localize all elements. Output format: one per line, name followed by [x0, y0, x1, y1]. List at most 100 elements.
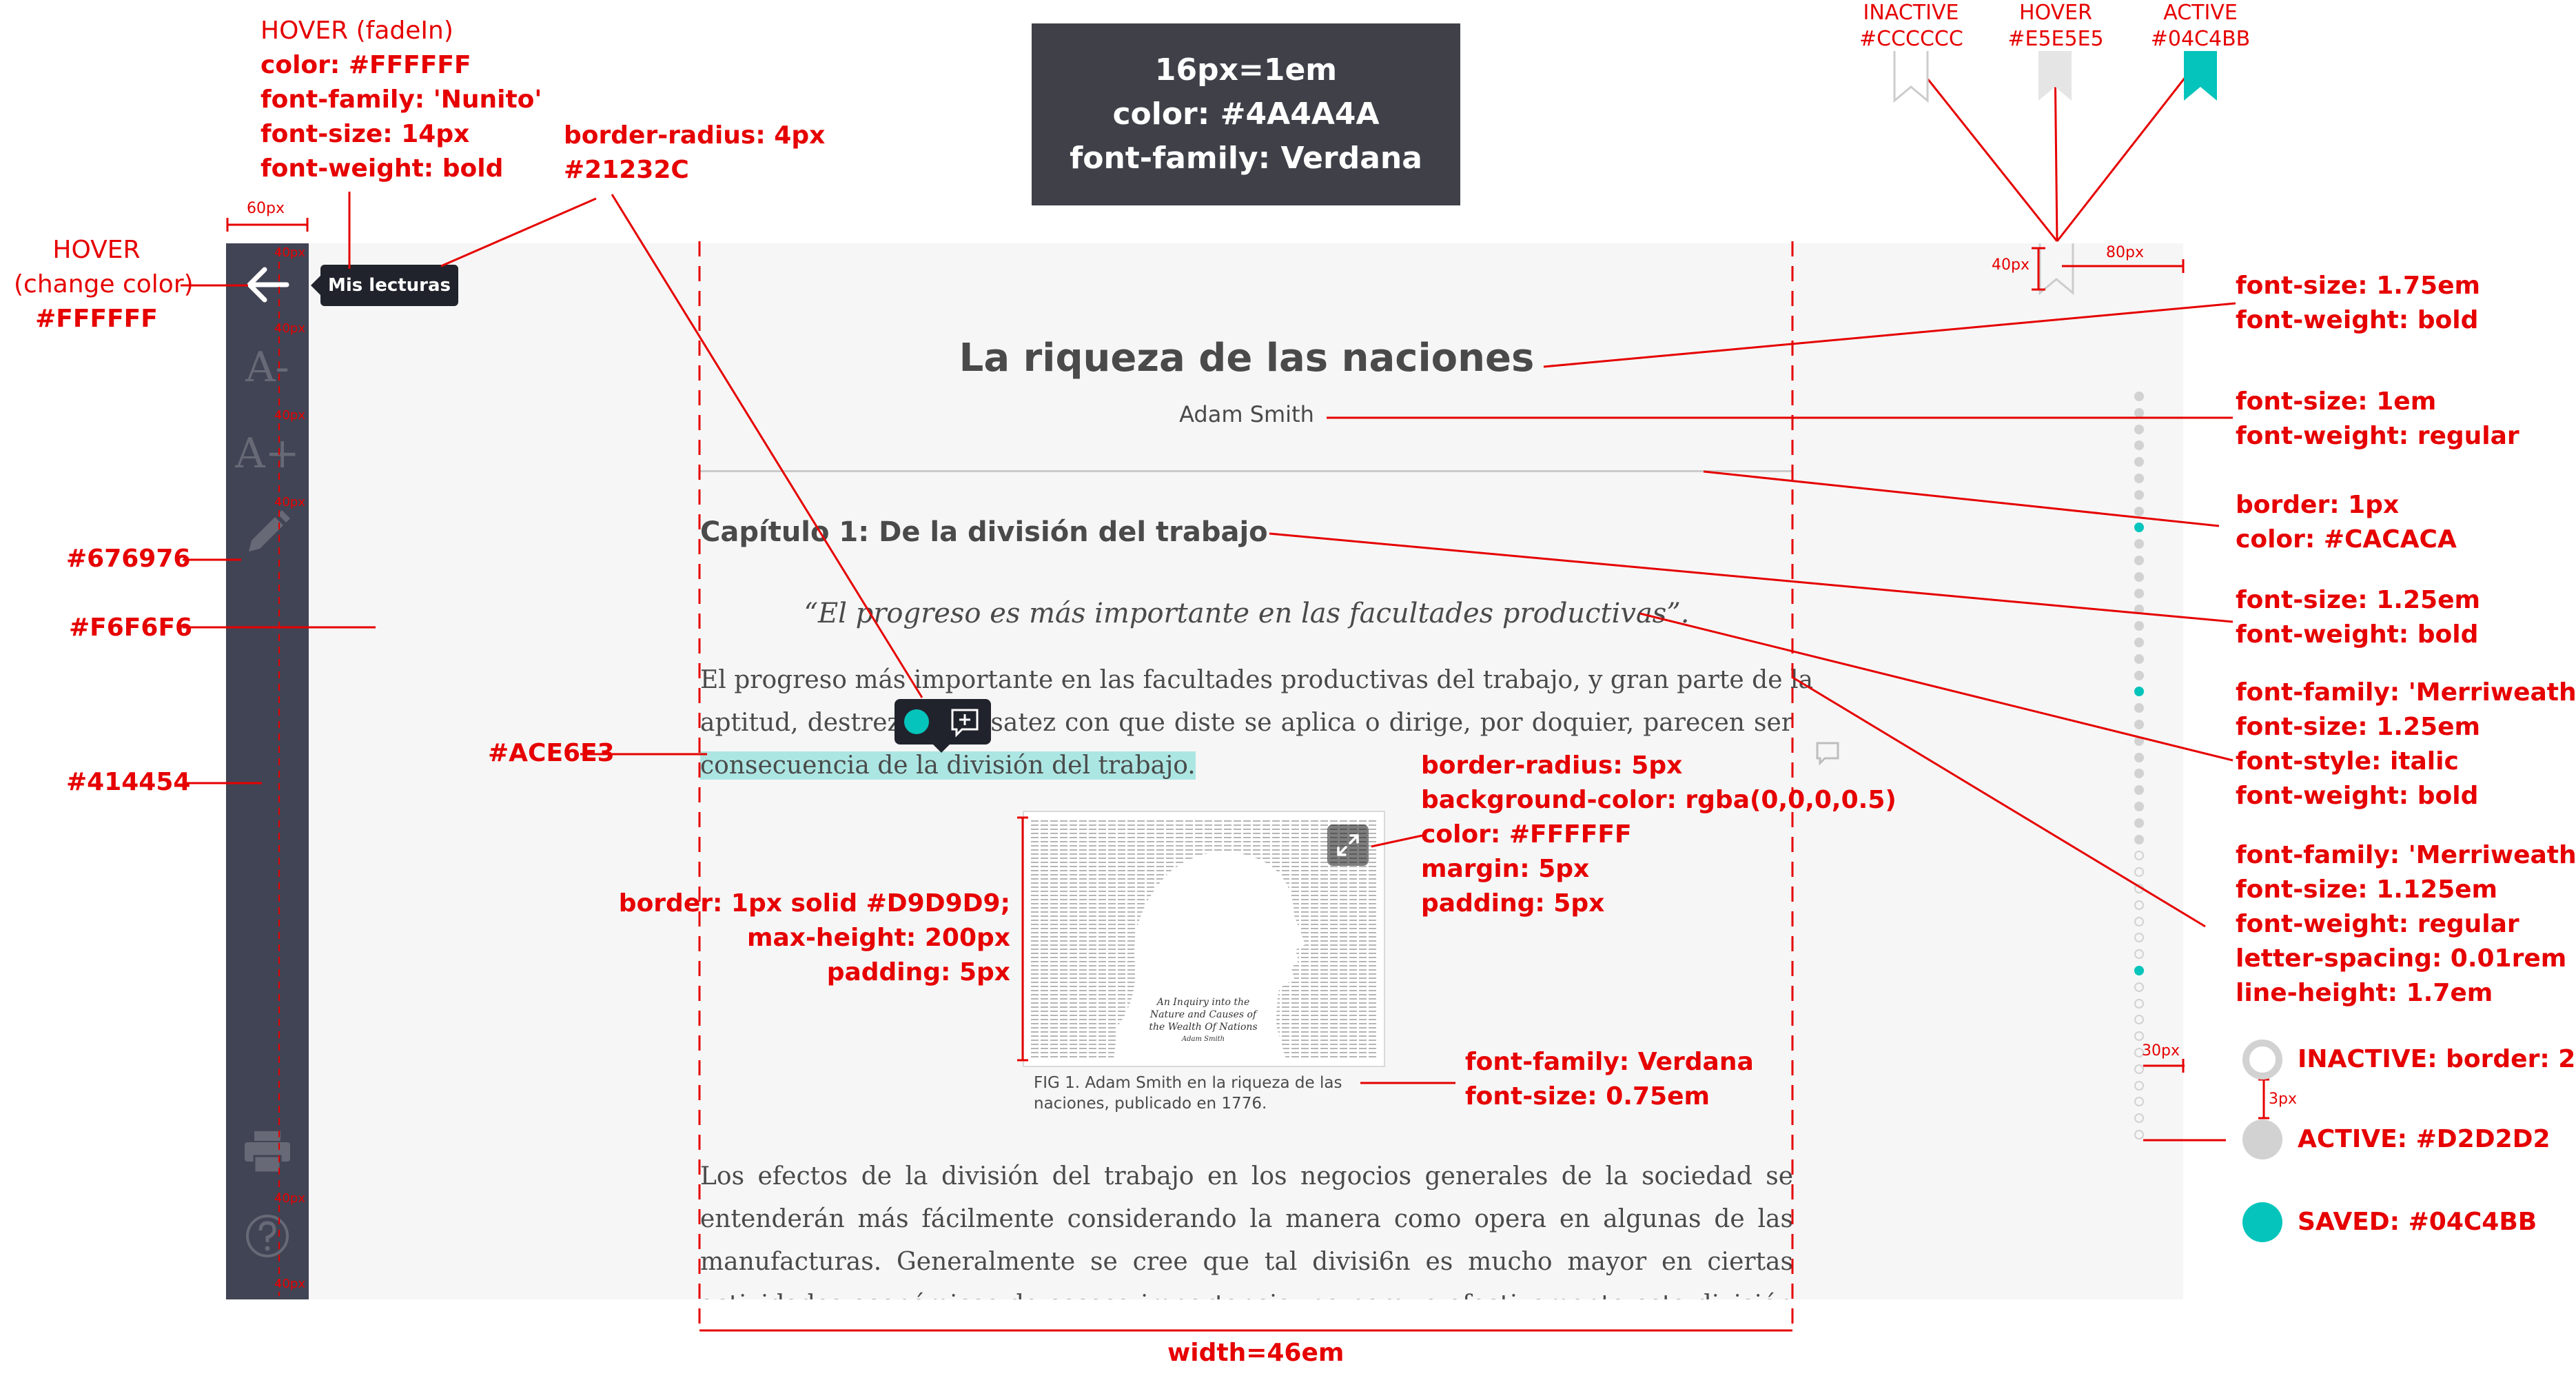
annotation-paragraph-spec: font-family: 'Merriweather' font-size: 1… — [2236, 838, 2576, 1011]
chapter-dot[interactable] — [2134, 506, 2144, 516]
annotation-caption-spec-0: font-family: Verdana — [1465, 1048, 1754, 1076]
chapter-dot[interactable] — [2134, 785, 2144, 796]
chapter-dot[interactable] — [2134, 900, 2144, 910]
chapter-dot[interactable] — [2134, 621, 2144, 631]
add-note-button[interactable] — [950, 707, 980, 741]
chapter-dot[interactable] — [2134, 489, 2144, 500]
expand-image-button[interactable] — [1327, 824, 1369, 866]
chapter-dot[interactable] — [2134, 440, 2144, 451]
annotation-hover-change: HOVER (change color) #FFFFFF — [14, 233, 194, 336]
highlight-color-button[interactable] — [904, 709, 929, 734]
dim-bookmark-40px: 40px — [1992, 256, 2030, 274]
annotation-dot-inactive: INACTIVE: border: 2px — [2298, 1045, 2576, 1073]
paragraph-2-line-3: manufacturas. Generalmente se cree que t… — [700, 1248, 1793, 1276]
chapter-quote: “El progreso es más importante en las fa… — [804, 598, 1690, 629]
chapter-dot[interactable] — [2134, 556, 2144, 565]
chapter-dot[interactable] — [2134, 867, 2144, 878]
annotation-bookmark-hover-label: HOVER — [2019, 1, 2092, 25]
chapter-dots-nav — [2132, 392, 2146, 1150]
chapter-dot[interactable] — [2134, 1113, 2144, 1124]
annotation-highlight: #ACE6E3 — [488, 739, 615, 767]
chapter-dot[interactable] — [2134, 457, 2144, 467]
bookmark-button[interactable] — [2037, 243, 2076, 299]
dim-bookmark-80px: 80px — [2106, 244, 2144, 261]
printer-icon — [245, 1131, 290, 1174]
chapter-dot[interactable] — [2134, 720, 2144, 729]
font-increase-button[interactable]: A+ — [235, 426, 300, 481]
font-decrease-button[interactable]: A- — [240, 340, 295, 395]
print-button[interactable] — [240, 1124, 295, 1179]
spec-box: 16px=1em color: #4A4A4A font-family: Ver… — [1032, 23, 1460, 205]
chapter-dot[interactable] — [2134, 1130, 2144, 1139]
chapter-dot[interactable] — [2134, 392, 2144, 401]
chapter-dot[interactable] — [2134, 884, 2144, 893]
chapter-dot[interactable] — [2134, 571, 2144, 582]
bookmark-active-icon — [2184, 51, 2217, 101]
chapter-dot[interactable] — [2134, 851, 2144, 861]
chapter-dot[interactable] — [2134, 1097, 2144, 1107]
chapter-dot[interactable] — [2134, 982, 2144, 992]
edit-button[interactable] — [240, 505, 295, 560]
chapter-dot[interactable] — [2134, 654, 2144, 664]
bookmark-hover-sample — [2036, 51, 2074, 107]
annotation-width: width=46em — [1167, 1339, 1345, 1367]
chapter-dot[interactable] — [2134, 670, 2144, 680]
chapter-dot[interactable] — [2134, 539, 2144, 549]
back-button[interactable] — [240, 257, 295, 312]
chapter-dot[interactable] — [2134, 998, 2144, 1009]
chapter-dot[interactable] — [2134, 752, 2144, 762]
chapter-dot[interactable] — [2134, 605, 2144, 615]
spec-box-line-1: 16px=1em — [1154, 52, 1338, 88]
help-button[interactable] — [240, 1208, 295, 1264]
chapter-dot[interactable] — [2134, 523, 2144, 533]
chapter-dot[interactable] — [2134, 769, 2144, 779]
chapter-dot[interactable] — [2134, 802, 2144, 811]
annotation-bookmark-hover-color: #E5E5E5 — [2007, 27, 2104, 51]
chapter-dot[interactable] — [2134, 474, 2144, 483]
dot-saved-sample — [2242, 1202, 2282, 1242]
expand-icon — [1337, 834, 1359, 856]
chapter-dot[interactable] — [2134, 818, 2144, 828]
chapter-dot[interactable] — [2134, 1080, 2144, 1091]
annotation-expand-spec-4: padding: 5px — [1421, 889, 1605, 918]
paragraph-2-line-4-clip: actividades económicas de escasa importa… — [700, 1284, 1793, 1299]
chapter-dot[interactable] — [2134, 1015, 2144, 1025]
bookmark-active-sample — [2182, 51, 2219, 107]
arrow-left-icon — [247, 267, 289, 303]
annotation-expand-spec-1: background-color: rgba(0,0,0,0.5) — [1421, 786, 1897, 814]
chapter-dot[interactable] — [2134, 638, 2144, 647]
annotation-dot-active: ACTIVE: #D2D2D2 — [2298, 1125, 2551, 1153]
annotation-hr-spec-0: border: 1px — [2236, 491, 2400, 519]
title-divider — [700, 470, 1793, 472]
chapter-dot[interactable] — [2134, 1064, 2144, 1074]
annotation-paragraph-spec-3: letter-spacing: 0.01rem — [2236, 944, 2567, 973]
chapter-dot[interactable] — [2134, 407, 2144, 418]
annotation-expand-spec-2: color: #FFFFFF — [1421, 820, 1632, 849]
chapter-dot[interactable] — [2134, 736, 2144, 746]
chapter-dot[interactable] — [2134, 949, 2144, 960]
figure-text-4: Adam Smith — [1181, 1035, 1225, 1043]
annotation-author-spec-0: font-size: 1em — [2236, 387, 2437, 416]
bookmark-icon — [2038, 243, 2074, 296]
annotation-hover-change-2: #FFFFFF — [35, 305, 158, 333]
annotation-bookmark-inactive-color: #CCCCCC — [1859, 27, 1963, 51]
chapter-dot[interactable] — [2134, 703, 2144, 713]
chapter-dot[interactable] — [2134, 933, 2144, 943]
chapter-dot[interactable] — [2134, 1031, 2144, 1042]
chapter-dot[interactable] — [2134, 687, 2144, 697]
annotation-hover-fadein-1: color: #FFFFFF — [260, 51, 471, 79]
chapter-dot[interactable] — [2134, 834, 2144, 844]
chapter-title: Capítulo 1: De la división del trabajo — [700, 516, 1268, 548]
chapter-dot[interactable] — [2134, 916, 2144, 926]
annotation-sidebar-bg: #414454 — [66, 768, 191, 796]
paragraph-2-line-1: Los efectos de la división del trabajo e… — [700, 1162, 1793, 1191]
chapter-dot[interactable] — [2134, 966, 2144, 975]
chapter-dot[interactable] — [2134, 424, 2144, 434]
figure-caption: FIG 1. Adam Smith en la riqueza de las n… — [1034, 1074, 1342, 1113]
paragraph-2-line-4: actividades económicas de escasa importa… — [700, 1284, 1793, 1299]
bookmark-hover-icon — [2038, 51, 2072, 101]
chapter-dot[interactable] — [2134, 588, 2144, 598]
bookmark-inactive-icon — [1893, 51, 1929, 103]
highlighted-text[interactable]: consecuencia de la división del trabajo. — [700, 751, 1196, 780]
annotation-chapter-spec: font-size: 1.25em font-weight: bold — [2236, 583, 2480, 652]
